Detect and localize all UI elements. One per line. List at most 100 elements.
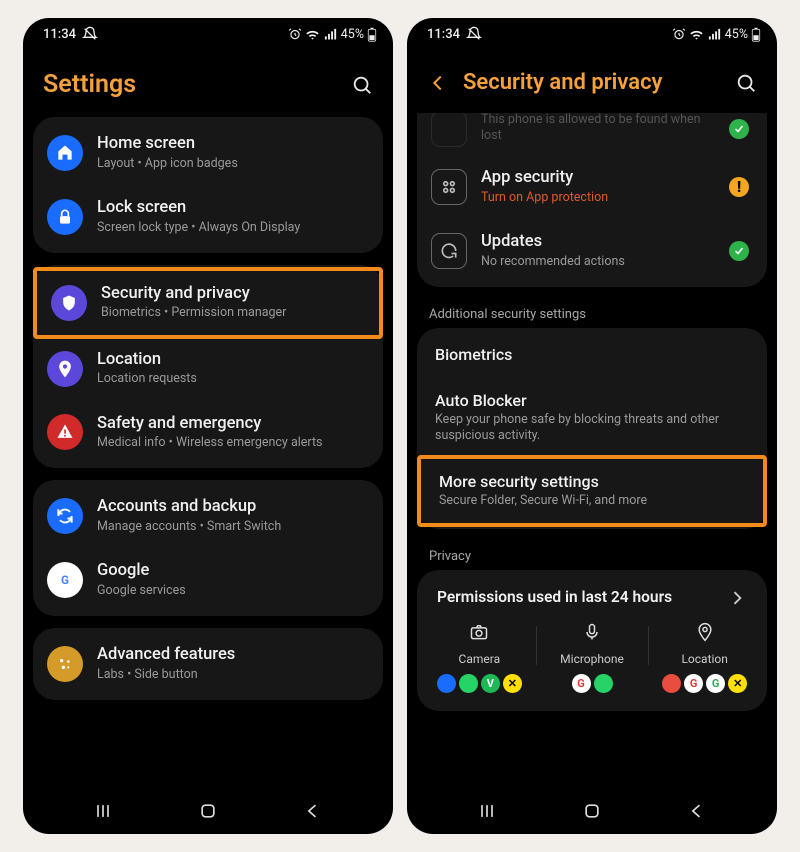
item-title: Google bbox=[97, 561, 365, 582]
page-title: Security and privacy bbox=[463, 70, 662, 95]
shield-icon bbox=[51, 285, 87, 321]
item-sub: Secure Folder, Secure Wi-Fi, and more bbox=[439, 493, 745, 509]
alarm-icon bbox=[672, 27, 686, 41]
signal-icon bbox=[707, 27, 722, 42]
item-title: Updates bbox=[481, 232, 715, 253]
app-icon: V bbox=[481, 674, 500, 693]
addl-item-biometrics[interactable]: Biometrics bbox=[417, 332, 767, 378]
settings-screen: 11:34 45% Settings Home screen Layout • … bbox=[23, 18, 393, 834]
item-sub: Labs • Side button bbox=[97, 667, 365, 683]
wifi-icon bbox=[305, 27, 320, 42]
addl-item-auto-blocker[interactable]: Auto Blocker Keep your phone safe by blo… bbox=[417, 378, 767, 458]
app-icon: G bbox=[706, 674, 725, 693]
status-time: 11:34 bbox=[427, 27, 460, 42]
app-icon bbox=[459, 674, 478, 693]
settings-item-location[interactable]: Location Location requests bbox=[33, 337, 383, 401]
settings-item-accounts-and-backup[interactable]: Accounts and backup Manage accounts • Sm… bbox=[33, 484, 383, 548]
perm-label: Location bbox=[681, 652, 727, 666]
security-item-updates[interactable]: Updates No recommended actions bbox=[417, 219, 767, 283]
chevron-right-icon bbox=[727, 588, 747, 608]
find-phone-icon bbox=[431, 113, 467, 147]
item-sub: Screen lock type • Always On Display bbox=[97, 220, 365, 236]
app-icon: ✕ bbox=[503, 674, 522, 693]
svg-text:G: G bbox=[61, 573, 69, 587]
camera-icon bbox=[469, 622, 489, 646]
perm-col-microphone[interactable]: Microphone G bbox=[536, 622, 649, 693]
battery-icon bbox=[367, 27, 377, 42]
status-battery: 45% bbox=[725, 27, 748, 42]
app-icon bbox=[662, 674, 681, 693]
status-time: 11:34 bbox=[43, 27, 76, 42]
item-title: Security and privacy bbox=[101, 284, 361, 305]
google-icon: G bbox=[47, 562, 83, 598]
search-icon[interactable] bbox=[735, 72, 757, 94]
settings-item-home-screen[interactable]: Home screen Layout • App icon badges bbox=[33, 121, 383, 185]
home-icon bbox=[47, 135, 83, 171]
item-title: Accounts and backup bbox=[97, 497, 365, 518]
back-icon[interactable] bbox=[427, 72, 449, 94]
settings-item-security-and-privacy[interactable]: Security and privacy Biometrics • Permis… bbox=[33, 267, 383, 339]
security-list[interactable]: This phone is allowed to be found when l… bbox=[407, 113, 777, 790]
item-title: Advanced features bbox=[97, 645, 365, 666]
nav-home[interactable] bbox=[582, 801, 602, 821]
item-title: Auto Blocker bbox=[435, 391, 749, 411]
statusbar: 11:34 45% bbox=[407, 18, 777, 48]
header: Security and privacy bbox=[407, 48, 777, 113]
sparkle-icon bbox=[47, 646, 83, 682]
section-additional: Additional security settings bbox=[417, 299, 767, 328]
dnd-icon bbox=[82, 26, 98, 42]
android-navbar bbox=[23, 790, 393, 834]
settings-item-lock-screen[interactable]: Lock screen Screen lock type • Always On… bbox=[33, 185, 383, 249]
settings-item-google[interactable]: G Google Google services bbox=[33, 548, 383, 612]
security-privacy-screen: 11:34 45% Security and privacy This phon… bbox=[407, 18, 777, 834]
perm-col-location[interactable]: Location GG✕ bbox=[648, 622, 761, 693]
nav-recents[interactable] bbox=[477, 801, 497, 821]
app-icon: ✕ bbox=[728, 674, 747, 693]
nav-back[interactable] bbox=[687, 801, 707, 821]
item-sub: Turn on App protection bbox=[481, 190, 715, 206]
alert-icon bbox=[47, 414, 83, 450]
addl-item-more-security-settings[interactable]: More security settings Secure Folder, Se… bbox=[417, 455, 767, 526]
app-icon: G bbox=[572, 674, 591, 693]
permissions-card[interactable]: Permissions used in last 24 hours Camera… bbox=[417, 570, 767, 711]
grid-icon bbox=[431, 169, 467, 205]
search-icon[interactable] bbox=[351, 74, 373, 96]
settings-item-advanced-features[interactable]: Advanced features Labs • Side button bbox=[33, 632, 383, 696]
item-sub: Manage accounts • Smart Switch bbox=[97, 519, 365, 535]
app-icon: G bbox=[684, 674, 703, 693]
battery-icon bbox=[751, 27, 761, 42]
item-title: Home screen bbox=[97, 134, 365, 155]
settings-item-safety-and-emergency[interactable]: Safety and emergency Medical info • Wire… bbox=[33, 401, 383, 465]
dnd-icon bbox=[466, 26, 482, 42]
signal-icon bbox=[323, 27, 338, 42]
security-item-app-security[interactable]: App security Turn on App protection ! bbox=[417, 155, 767, 219]
settings-list[interactable]: Home screen Layout • App icon badges Loc… bbox=[23, 117, 393, 790]
wifi-icon bbox=[689, 27, 704, 42]
item-title: App security bbox=[481, 168, 715, 189]
app-icon bbox=[594, 674, 613, 693]
clipped-text: This phone is allowed to be found when l… bbox=[481, 113, 715, 144]
header: Settings bbox=[23, 48, 393, 117]
item-sub: Location requests bbox=[97, 371, 365, 387]
lock-icon bbox=[47, 199, 83, 235]
sync-icon bbox=[47, 498, 83, 534]
app-icon bbox=[437, 674, 456, 693]
item-sub: Layout • App icon badges bbox=[97, 156, 365, 172]
nav-recents[interactable] bbox=[93, 801, 113, 821]
alarm-icon bbox=[288, 27, 302, 41]
perm-title: Permissions used in last 24 hours bbox=[437, 588, 672, 607]
statusbar: 11:34 45% bbox=[23, 18, 393, 48]
item-title: Safety and emergency bbox=[97, 414, 365, 435]
item-title: More security settings bbox=[439, 472, 745, 492]
status-ok-icon bbox=[729, 119, 749, 139]
mic-icon bbox=[582, 622, 602, 646]
item-sub: Biometrics • Permission manager bbox=[101, 305, 361, 321]
perm-col-camera[interactable]: Camera V✕ bbox=[423, 622, 536, 693]
item-title: Location bbox=[97, 350, 365, 371]
nav-back[interactable] bbox=[303, 801, 323, 821]
status-ok-icon bbox=[729, 241, 749, 261]
item-sub: No recommended actions bbox=[481, 254, 715, 270]
nav-home[interactable] bbox=[198, 801, 218, 821]
item-sub: Medical info • Wireless emergency alerts bbox=[97, 435, 365, 451]
item-sub: Google services bbox=[97, 583, 365, 599]
